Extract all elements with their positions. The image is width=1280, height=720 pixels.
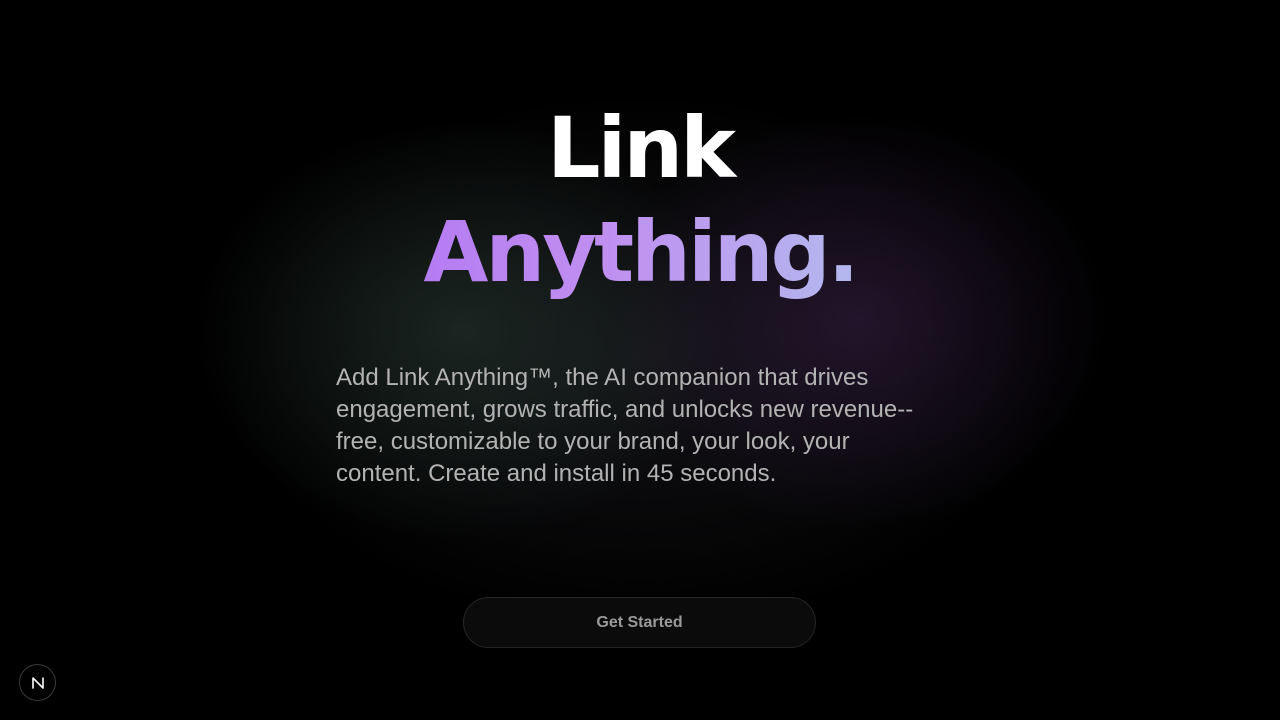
hero-heading: Link Anything. — [0, 96, 1280, 304]
hero-title-line-1: Link — [547, 99, 736, 197]
next-logo-icon — [31, 676, 44, 689]
get-started-button[interactable]: Get Started — [463, 597, 816, 648]
hero-title-line-2: Anything. — [423, 200, 859, 304]
next-dev-badge[interactable] — [19, 664, 56, 701]
hero-description: Add Link Anything™, the AI companion tha… — [336, 364, 914, 487]
